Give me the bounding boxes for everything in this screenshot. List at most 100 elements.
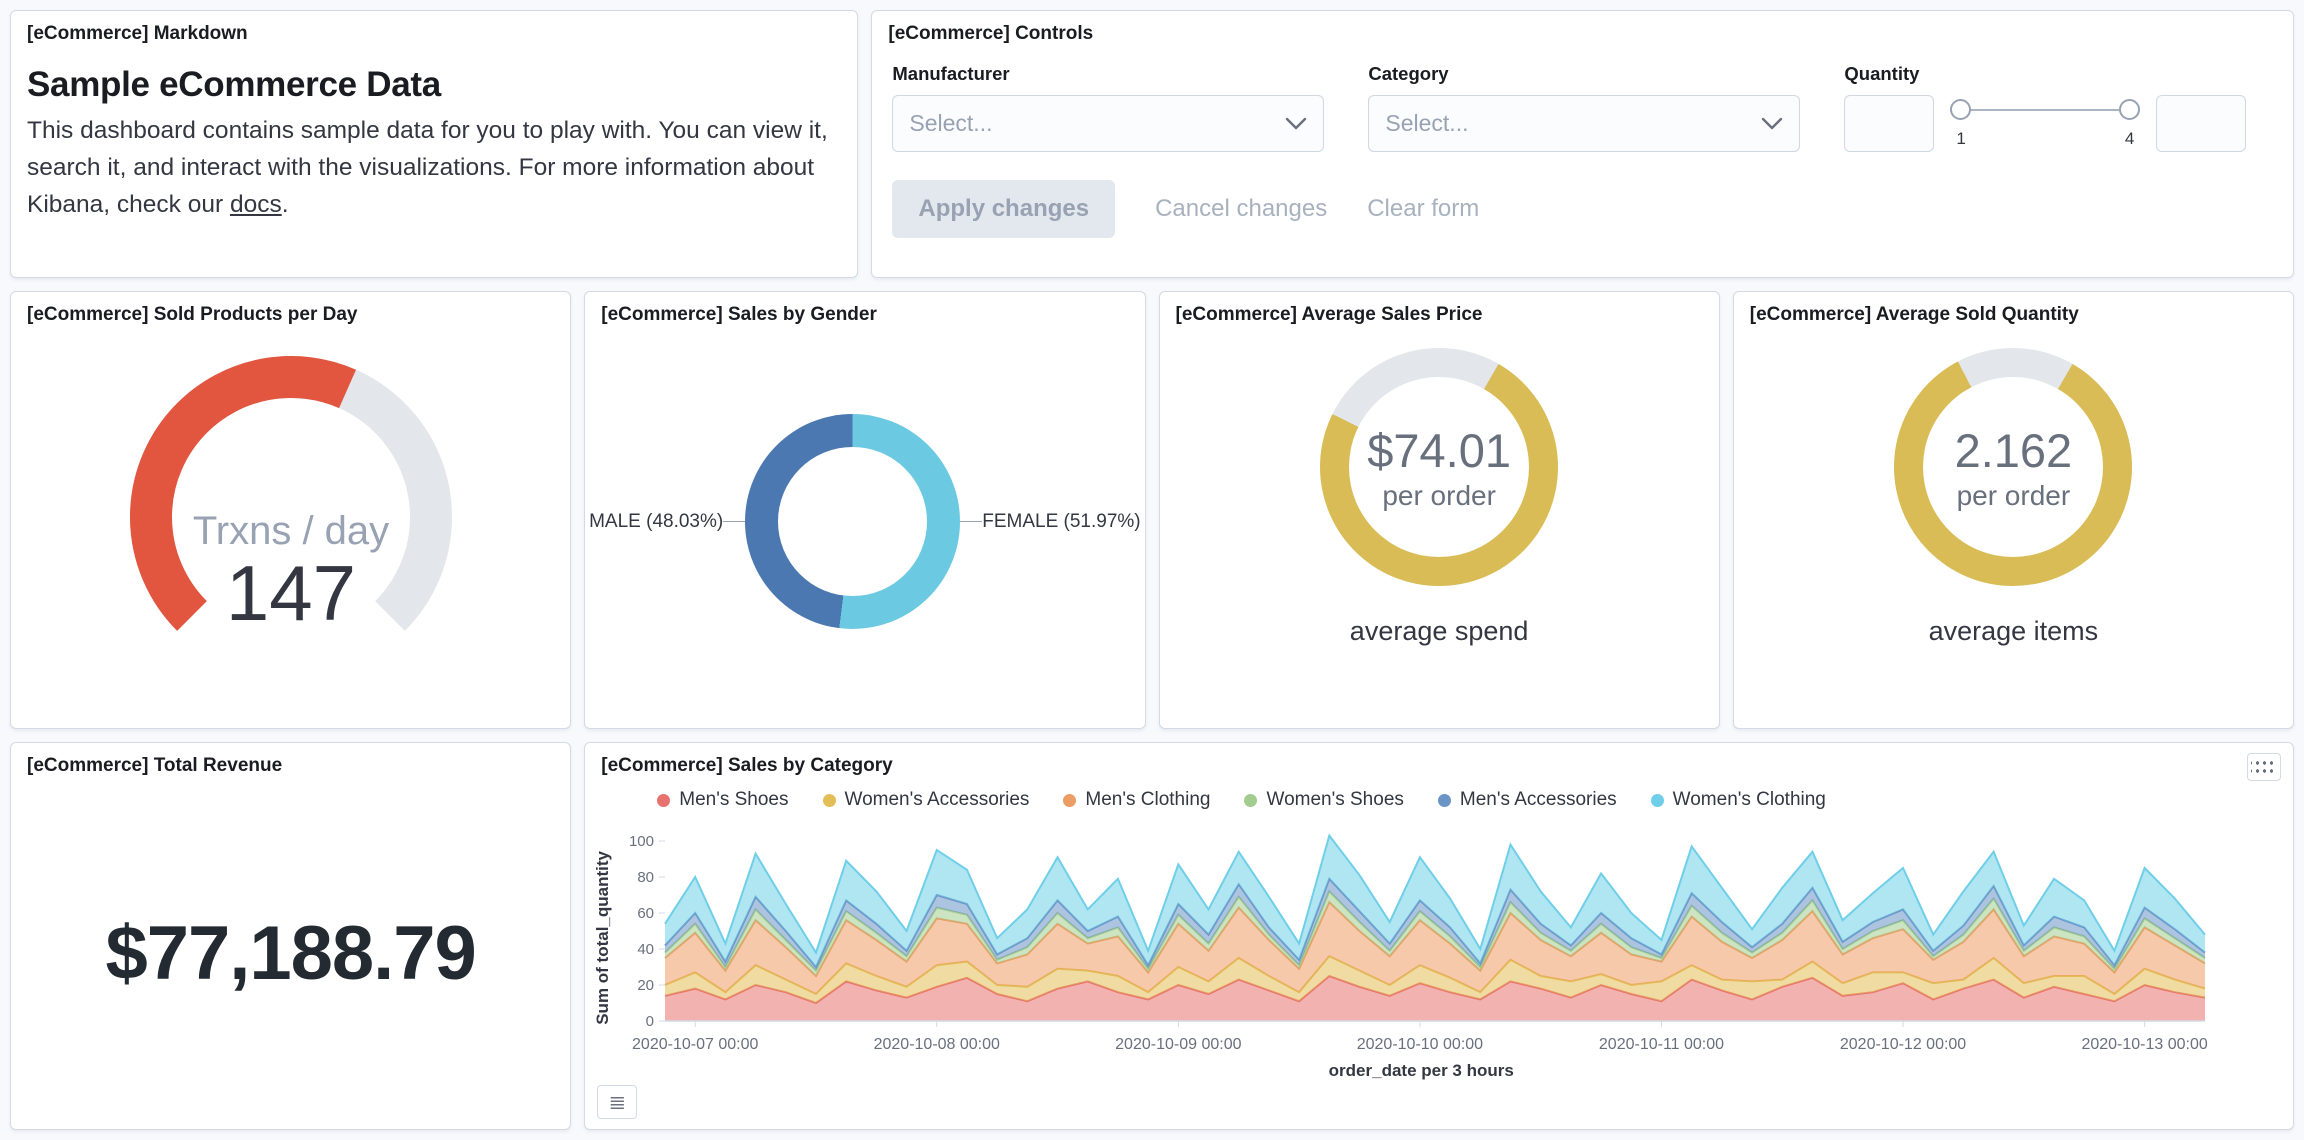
legend-toggle-icon[interactable]: ≣ (597, 1085, 638, 1119)
quantity-max-input[interactable] (2156, 95, 2247, 152)
price-sublabel: per order (1382, 479, 1496, 511)
gauge-svg: Trxns / day 147 (129, 356, 452, 637)
quantity-ring[interactable]: 2.162 per order (1894, 348, 2133, 586)
slider-min-label: 1 (1956, 129, 1966, 148)
x-tick-label: 2020-10-08 00:00 (874, 1036, 1000, 1053)
quantity-group: Quantity 1 4 (1844, 63, 2247, 152)
quantity-row: 1 4 (1844, 95, 2247, 152)
y-tick-label: 100 (629, 833, 654, 850)
legend-label: Women's Accessories (844, 789, 1030, 810)
panel-total-revenue: [eCommerce] Total Revenue $77,188.79 (10, 742, 572, 1130)
x-tick-label: 2020-10-12 00:00 (1840, 1036, 1966, 1053)
controls-fields-row: Manufacturer Select... Category Select..… (892, 63, 2273, 152)
chevron-down-icon (1286, 117, 1307, 129)
price-center: $74.01 per order (1320, 348, 1558, 586)
legend-item[interactable]: Women's Clothing (1650, 789, 1826, 811)
legend-dot (657, 793, 671, 807)
x-tick-label: 2020-10-09 00:00 (1115, 1036, 1241, 1053)
y-tick-label: 60 (638, 905, 655, 922)
cancel-changes-link[interactable]: Cancel changes (1155, 195, 1327, 223)
category-group: Category Select... (1368, 63, 1801, 152)
apply-changes-button[interactable]: Apply changes (892, 180, 1116, 238)
legend-label: Men's Accessories (1459, 789, 1617, 810)
chevron-down-icon (1762, 117, 1783, 129)
price-value: $74.01 (1367, 423, 1511, 477)
category-placeholder: Select... (1385, 110, 1469, 136)
price-caption: average spend (1349, 616, 1529, 646)
panel-title: [eCommerce] Sold Products per Day (27, 304, 358, 325)
gauge-label: Trxns / day (192, 509, 388, 553)
clear-form-link[interactable]: Clear form (1367, 195, 1479, 223)
panel-title: [eCommerce] Average Sold Quantity (1749, 304, 2079, 325)
panel-average-sold-quantity: [eCommerce] Average Sold Quantity 2.162 … (1732, 291, 2294, 729)
panel-sold-products-per-day: [eCommerce] Sold Products per Day Trxns … (10, 291, 572, 729)
legend-dot (1650, 793, 1664, 807)
male-slice-label: MALE (48.03%) (589, 510, 724, 532)
y-axis-title: Sum of total_quantity (593, 851, 613, 1025)
y-tick-label: 80 (638, 869, 655, 886)
quantity-range-slider: 1 4 (1950, 99, 2141, 149)
slider-labels: 1 4 (1950, 123, 2140, 149)
price-goal-chart: $74.01 per order average spend (1160, 348, 1719, 647)
sales-by-category-chart: 0 20 40 60 80 100 2020-10-07 00:00 2020-10-08 0… (629, 833, 2208, 1053)
legend-dot (1244, 793, 1258, 807)
legend-label: Men's Clothing (1085, 789, 1211, 810)
legend-item[interactable]: Men's Accessories (1437, 789, 1617, 811)
panel-title: [eCommerce] Average Sales Price (1175, 304, 1483, 325)
x-tick-label: 2020-10-13 00:00 (2082, 1036, 2208, 1053)
manufacturer-placeholder: Select... (909, 110, 993, 136)
slider-thumb-min[interactable] (1950, 99, 1972, 120)
panel-menu-icon[interactable] (2247, 753, 2281, 781)
markdown-body: This dashboard contains sample data for … (27, 113, 841, 223)
legend-label: Women's Clothing (1672, 789, 1826, 810)
gauge-chart: Trxns / day 147 (11, 342, 570, 678)
category-chart-row: Sum of total_quantity 0 20 40 60 80 100 2020-1… (593, 815, 2293, 1061)
category-label: Category (1368, 63, 1449, 84)
gender-donut-chart: MALE (48.03%) FEMALE (51.97%) (585, 414, 1144, 629)
slider-track[interactable] (1950, 99, 2141, 123)
price-ring[interactable]: $74.01 per order (1320, 348, 1559, 586)
panel-sales-by-gender: [eCommerce] Sales by Gender MALE (48.03%… (584, 291, 1146, 729)
gauge-value: 147 (226, 549, 356, 637)
quantity-goal-chart: 2.162 per order average items (1734, 348, 2293, 647)
x-tick-label: 2020-10-10 00:00 (1357, 1036, 1483, 1053)
panel-title: [eCommerce] Controls (888, 23, 1094, 44)
x-axis-title: order_date per 3 hours (1328, 1061, 1514, 1080)
female-label-connector (960, 521, 983, 522)
panel-title: [eCommerce] Sales by Gender (601, 304, 877, 325)
quantity-min-input[interactable] (1844, 95, 1935, 152)
category-select[interactable]: Select... (1368, 95, 1801, 152)
panel-markdown: [eCommerce] Markdown Sample eCommerce Da… (10, 10, 859, 278)
legend-item[interactable]: Women's Accessories (822, 789, 1030, 811)
markdown-body-end: . (281, 190, 289, 218)
legend-dot (822, 793, 836, 807)
revenue-value: $77,188.79 (105, 910, 476, 996)
quantity-center: 2.162 per order (1894, 348, 2132, 586)
legend-item[interactable]: Women's Shoes (1244, 789, 1404, 811)
x-tick-label: 2020-10-11 00:00 (1599, 1036, 1724, 1053)
y-tick-label: 20 (638, 977, 655, 994)
slider-line (1960, 109, 2131, 111)
donut-hole (778, 447, 928, 596)
quantity-label: Quantity (1844, 63, 1920, 84)
legend-label: Women's Shoes (1266, 789, 1404, 810)
manufacturer-label: Manufacturer (892, 63, 1010, 84)
markdown-heading: Sample eCommerce Data (27, 65, 441, 104)
docs-link[interactable]: docs (230, 191, 282, 218)
dashboard: [eCommerce] Markdown Sample eCommerce Da… (0, 0, 2304, 1140)
quantity-caption: average items (1928, 616, 2099, 646)
panel-title: [eCommerce] Markdown (27, 23, 248, 44)
y-tick-label: 0 (646, 1013, 654, 1030)
slider-thumb-max[interactable] (2119, 99, 2141, 120)
gender-donut[interactable] (745, 414, 961, 629)
panel-title: [eCommerce] Total Revenue (27, 755, 283, 776)
revenue-metric: $77,188.79 (11, 777, 570, 1129)
legend-item[interactable]: Men's Clothing (1063, 789, 1210, 811)
legend-item[interactable]: Men's Shoes (657, 789, 789, 811)
panel-average-sales-price: [eCommerce] Average Sales Price $74.01 p… (1158, 291, 1720, 729)
controls-buttons-row: Apply changes Cancel changes Clear form (892, 180, 2273, 238)
quantity-value: 2.162 (1954, 423, 2073, 477)
slider-max-label: 4 (2124, 129, 2135, 148)
manufacturer-group: Manufacturer Select... (892, 63, 1325, 152)
manufacturer-select[interactable]: Select... (892, 95, 1325, 152)
